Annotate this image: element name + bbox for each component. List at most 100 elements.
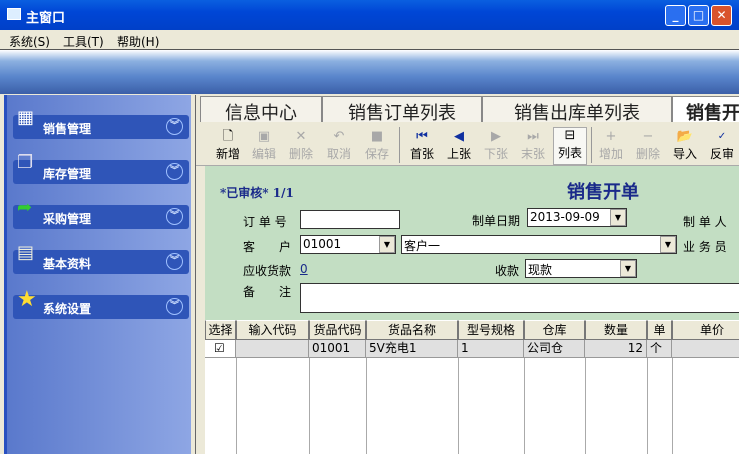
sidebar-item-sales[interactable]: ▦ 销售管理 ︾: [13, 107, 189, 139]
cell-input-code[interactable]: [236, 340, 309, 358]
minus-icon: −: [642, 129, 654, 144]
delete-row-button[interactable]: − 删除: [631, 129, 665, 162]
chevron-down-icon[interactable]: ︾: [166, 298, 183, 315]
receivable-link[interactable]: 0: [300, 262, 308, 276]
window-title: 主窗口: [26, 11, 66, 26]
grid-icon: ▦: [17, 107, 35, 128]
sidebar: ▦ 销售管理 ︾ ❐ 库存管理 ︾ ➦ 采购管理 ︾ ▤ 基本资料 ︾ ★ 系统设置 ︾: [4, 95, 191, 454]
add-row-button[interactable]: + 增加: [594, 129, 628, 162]
order-no-input[interactable]: [300, 210, 400, 229]
cell-code[interactable]: 01001: [309, 340, 366, 358]
column-header[interactable]: 选择: [205, 320, 236, 340]
minimize-button[interactable]: _: [665, 5, 686, 26]
chevron-down-icon[interactable]: ▼: [620, 260, 636, 277]
customer-code-select[interactable]: 01001 ▼: [300, 235, 396, 254]
remark-label: 备 注: [243, 285, 292, 299]
cell-price[interactable]: [672, 340, 739, 358]
chevron-down-icon[interactable]: ︾: [166, 163, 183, 180]
tab-sales-order-list[interactable]: 销售订单列表: [322, 96, 482, 124]
new-doc-icon: 🗋: [222, 129, 234, 144]
column-header[interactable]: 单价: [672, 320, 739, 340]
column-header[interactable]: 仓库: [524, 320, 585, 340]
tab-bar: 信息中心 销售订单列表 销售出库单列表 销售开单: [196, 95, 739, 124]
prev-icon: ◀: [454, 129, 464, 144]
first-button[interactable]: ⏮ 首张: [405, 129, 439, 162]
column-header[interactable]: 输入代码: [236, 320, 309, 340]
delete-icon: ✕: [295, 129, 307, 144]
tab-sales-billing[interactable]: 销售开单: [672, 96, 739, 124]
maker-label: 制 单 人: [683, 215, 727, 229]
menu-tools[interactable]: 工具(T): [63, 33, 104, 50]
cell-unit[interactable]: 个: [647, 340, 672, 358]
edit-button[interactable]: ▣ 编辑: [247, 129, 281, 162]
sidebar-item-basic-data[interactable]: ▤ 基本资料 ︾: [13, 242, 189, 274]
save-button[interactable]: ■ 保存: [360, 129, 394, 162]
table-row[interactable]: ☑ 01001 5V充电1 1 公司仓 12 个: [205, 340, 739, 360]
next-button[interactable]: ▶ 下张: [479, 129, 513, 162]
receivable-label: 应收货款: [243, 264, 292, 278]
chevron-down-icon[interactable]: ▼: [610, 209, 626, 226]
form-title: 销售开单: [567, 182, 639, 203]
sidebar-item-label: 销售管理: [43, 122, 92, 136]
sales-form: *已审核* 1/1 销售开单 订 单 号 制单日期 2013-09-09 ▼ 制 …: [205, 166, 739, 320]
row-checkbox[interactable]: ☑: [205, 340, 236, 358]
customer-label: 客 户: [243, 240, 292, 254]
date-picker[interactable]: 2013-09-09 ▼: [527, 208, 627, 227]
chevron-down-icon[interactable]: ︾: [166, 118, 183, 135]
order-no-label: 订 单 号: [243, 215, 287, 229]
cell-qty[interactable]: 12: [585, 340, 647, 358]
tab-info-center[interactable]: 信息中心: [200, 96, 322, 124]
menu-bar: 系统(S) 工具(T) 帮助(H): [0, 30, 739, 50]
cancel-button[interactable]: ↶ 取消: [322, 129, 356, 162]
list-button[interactable]: ⊟ 列表: [553, 127, 587, 165]
sidebar-item-label: 系统设置: [43, 302, 92, 316]
cell-warehouse[interactable]: 公司仓: [524, 340, 585, 358]
maximize-button[interactable]: □: [688, 5, 709, 26]
chevron-down-icon[interactable]: ▼: [379, 236, 395, 253]
date-label: 制单日期: [472, 214, 521, 228]
save-icon: ■: [370, 129, 384, 144]
import-button[interactable]: 📂 导入: [668, 129, 702, 162]
audit-status: *已审核* 1/1: [220, 186, 294, 200]
cell-name[interactable]: 5V充电1: [366, 340, 458, 358]
column-header[interactable]: 货品代码: [309, 320, 366, 340]
prev-button[interactable]: ◀ 上张: [442, 129, 476, 162]
folder-arrow-icon: ➦: [17, 197, 33, 218]
chevron-down-icon[interactable]: ▼: [660, 236, 676, 253]
cell-spec[interactable]: 1: [458, 340, 524, 358]
chevron-down-icon[interactable]: ︾: [166, 208, 183, 225]
spellcheck-icon: ✓: [717, 131, 727, 142]
sidebar-item-inventory[interactable]: ❐ 库存管理 ︾: [13, 152, 189, 184]
sidebar-item-purchase[interactable]: ➦ 采购管理 ︾: [13, 197, 189, 229]
new-button[interactable]: 🗋 新增: [211, 129, 245, 162]
tab-sales-outbound-list[interactable]: 销售出库单列表: [482, 96, 672, 124]
app-icon: [7, 8, 21, 20]
remark-input[interactable]: [300, 283, 739, 313]
column-header[interactable]: 数量: [585, 320, 647, 340]
import-icon: 📂: [676, 129, 694, 144]
title-bar: 主窗口 _ □ ✕: [0, 0, 739, 30]
sidebar-item-label: 库存管理: [43, 167, 92, 181]
payment-select[interactable]: 现款 ▼: [525, 259, 637, 278]
menu-help[interactable]: 帮助(H): [117, 33, 159, 50]
column-header[interactable]: 型号规格: [458, 320, 524, 340]
list-icon: ⊟: [564, 128, 576, 143]
sidebar-item-settings[interactable]: ★ 系统设置 ︾: [13, 287, 189, 319]
column-header[interactable]: 货品名称: [366, 320, 458, 340]
items-grid: 选择 输入代码 货品代码 货品名称 型号规格 仓库 数量 单位 单价 ☑ 010…: [205, 320, 739, 454]
toolbar: 🗋 新增 ▣ 编辑 ✕ 删除 ↶ 取消 ■ 保存 ⏮ 首张 ◀ 上张 ▶ 下张 ⏭ 末张 ⊟ 列表 …: [196, 123, 739, 166]
column-header[interactable]: 单位: [647, 320, 672, 355]
last-button[interactable]: ⏭ 末张: [516, 129, 550, 162]
chevron-down-icon[interactable]: ︾: [166, 253, 183, 270]
unaudit-button[interactable]: ✓ 反审: [705, 129, 739, 162]
menu-system[interactable]: 系统(S): [9, 33, 50, 50]
close-button[interactable]: ✕: [711, 5, 732, 26]
clipboard-icon: ▤: [17, 242, 35, 263]
delete-button[interactable]: ✕ 删除: [284, 129, 318, 162]
undo-icon: ↶: [333, 129, 345, 144]
banner: [0, 50, 739, 94]
plus-icon: +: [605, 129, 617, 144]
customer-name-select[interactable]: 客户一 ▼: [401, 235, 677, 254]
first-icon: ⏮: [416, 129, 428, 144]
sidebar-item-label: 采购管理: [43, 212, 92, 226]
